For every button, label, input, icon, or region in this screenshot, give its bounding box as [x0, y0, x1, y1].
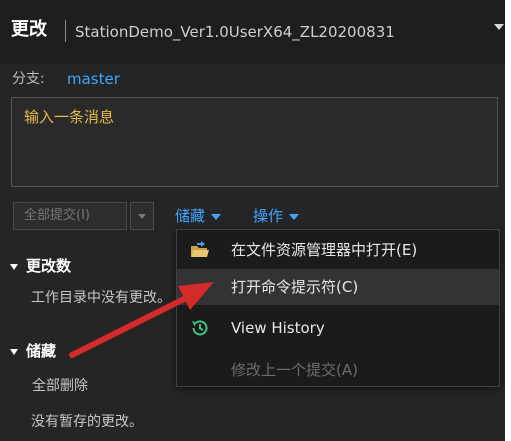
menu-item-open-command-prompt[interactable]: 打开命令提示符(C) [177, 269, 499, 305]
commit-all-button[interactable]: 全部提交(I) [13, 202, 127, 230]
page-title: 更改 [11, 19, 47, 40]
menu-item-label: View History [231, 319, 325, 337]
stash-menu-label: 储藏 [175, 207, 206, 225]
collapse-caret-icon [10, 348, 18, 355]
no-changes-message: 工作目录中没有更改。 [31, 290, 171, 306]
menu-item-amend-previous-commit[interactable]: 修改上一个提交(A) [177, 352, 499, 388]
window-edge [505, 0, 511, 441]
team-explorer-changes-panel: 更改 StationDemo_Ver1.0UserX64_ZL20200831 … [0, 0, 511, 441]
folder-open-icon [191, 241, 209, 257]
commit-options-dropdown[interactable] [130, 202, 154, 230]
actions-dropdown-menu: 在文件资源管理器中打开(E) 打开命令提示符(C) View History 修… [176, 229, 500, 387]
changes-section-header[interactable]: 更改数 [10, 256, 71, 276]
collapse-caret-icon [10, 263, 18, 270]
repository-name: StationDemo_Ver1.0UserX64_ZL20200831 [75, 23, 395, 41]
history-icon [192, 320, 208, 336]
changes-section-title: 更改数 [26, 257, 72, 275]
menu-item-open-in-file-explorer[interactable]: 在文件资源管理器中打开(E) [177, 232, 499, 268]
chevron-down-icon[interactable] [494, 24, 504, 30]
actions-menu-label: 操作 [253, 207, 284, 225]
delete-all-stashes-link[interactable]: 全部删除 [32, 377, 88, 395]
menu-item-label: 在文件资源管理器中打开(E) [231, 241, 418, 259]
chevron-down-icon [289, 213, 300, 220]
branch-label: 分支: [12, 71, 45, 87]
menu-item-view-history[interactable]: View History [177, 310, 499, 346]
actions-menu-link[interactable]: 操作 [253, 206, 300, 226]
chevron-down-icon [138, 214, 146, 219]
chevron-down-icon [211, 213, 222, 220]
panel-header: 更改 StationDemo_Ver1.0UserX64_ZL20200831 [0, 0, 511, 64]
menu-item-label: 修改上一个提交(A) [231, 361, 358, 379]
stashes-section-header[interactable]: 储藏 [10, 341, 56, 361]
stashes-section-title: 储藏 [26, 342, 57, 360]
branch-link[interactable]: master [67, 70, 120, 88]
menu-item-label: 打开命令提示符(C) [231, 278, 359, 296]
no-stashes-message: 没有暂存的更改。 [31, 414, 143, 430]
stash-menu-link[interactable]: 储藏 [175, 206, 222, 226]
header-divider [65, 20, 66, 42]
commit-message-input[interactable] [11, 97, 498, 187]
